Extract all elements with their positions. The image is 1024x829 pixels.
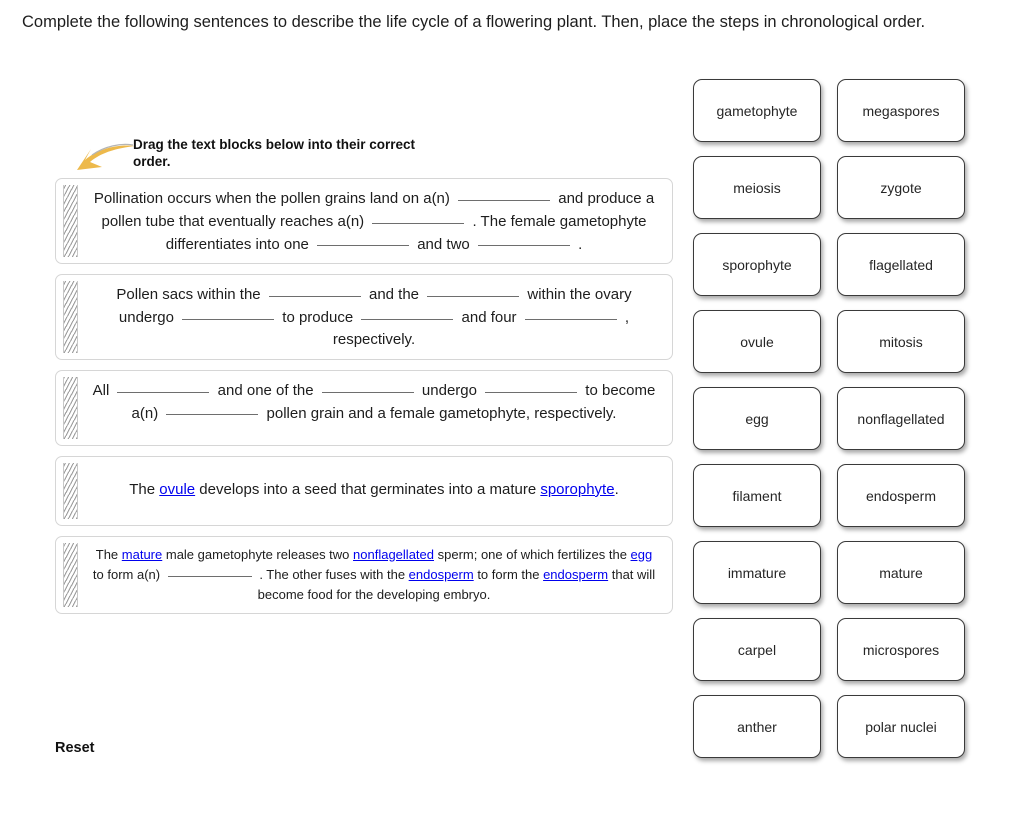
word-bank-tile[interactable]: sporophyte	[693, 233, 821, 296]
word-bank-tile[interactable]: egg	[693, 387, 821, 450]
answer-blank[interactable]	[427, 283, 520, 297]
page-instructions: Complete the following sentences to desc…	[22, 13, 926, 31]
filled-answer[interactable]: ovule	[159, 481, 195, 498]
word-bank-tile[interactable]: endosperm	[837, 464, 965, 527]
word-bank-tile-label: immature	[727, 564, 787, 581]
word-bank-tile[interactable]: nonflagellated	[837, 387, 965, 450]
drag-hint: Drag the text blocks below into their co…	[55, 136, 673, 178]
word-bank-tile[interactable]: mitosis	[837, 310, 965, 373]
filled-answer[interactable]: mature	[122, 547, 162, 562]
word-bank-tile[interactable]: flagellated	[837, 233, 965, 296]
word-bank-tile-label: egg	[745, 410, 769, 427]
curved-arrow-icon	[75, 140, 137, 174]
drag-grip-icon[interactable]	[63, 462, 78, 519]
block-text: The ovule develops into a seed that germ…	[129, 480, 619, 498]
word-bank-tile-label: flagellated	[869, 256, 933, 273]
word-bank-tile-label: ovule	[740, 333, 774, 350]
word-bank-tile[interactable]: anther	[693, 695, 821, 758]
word-bank-tile[interactable]: gametophyte	[693, 79, 821, 142]
block-text: All and one of the undergo to become a(n…	[90, 379, 658, 425]
answer-blank[interactable]	[268, 283, 361, 297]
answer-blank[interactable]	[477, 233, 570, 247]
word-bank-tile[interactable]: polar nuclei	[837, 695, 965, 758]
word-bank-tile-label: meiosis	[733, 179, 781, 196]
answer-blank[interactable]	[167, 565, 252, 577]
word-bank-tile-label: zygote	[880, 179, 922, 196]
answer-blank[interactable]	[485, 379, 578, 393]
word-bank-tile[interactable]: mature	[837, 541, 965, 604]
answer-blank[interactable]	[361, 306, 454, 320]
draggable-text-block[interactable]: All and one of the undergo to become a(n…	[55, 369, 673, 446]
answer-blank[interactable]	[458, 187, 551, 201]
word-bank-tile-label: carpel	[737, 641, 777, 658]
word-bank-tile-label: polar nuclei	[865, 718, 937, 735]
draggable-text-block[interactable]: The mature male gametophyte releases two…	[55, 535, 673, 614]
word-bank-tile[interactable]: filament	[693, 464, 821, 527]
word-bank-tile-label: sporophyte	[722, 256, 792, 273]
word-bank-tile-label: mitosis	[879, 333, 923, 350]
answer-blank[interactable]	[317, 233, 410, 247]
drag-grip-icon[interactable]	[63, 542, 78, 607]
drag-grip-icon[interactable]	[63, 376, 78, 439]
draggable-text-block[interactable]: The ovule develops into a seed that germ…	[55, 455, 673, 526]
word-bank-tile-label: endosperm	[865, 487, 937, 504]
word-bank-tile-label: nonflagellated	[857, 410, 945, 427]
filled-answer[interactable]: sporophyte	[540, 481, 614, 498]
word-bank-tile-label: microspores	[862, 641, 940, 658]
filled-answer[interactable]: egg	[631, 547, 653, 562]
block-text: The mature male gametophyte releases two…	[92, 546, 656, 602]
draggable-text-block[interactable]: Pollen sacs within the and the within th…	[55, 274, 673, 360]
word-bank-tile[interactable]: megaspores	[837, 79, 965, 142]
block-text: Pollination occurs when the pollen grain…	[90, 187, 658, 255]
block-text: Pollen sacs within the and the within th…	[90, 283, 658, 351]
answer-blank[interactable]	[524, 306, 617, 320]
reset-button[interactable]: Reset	[55, 740, 95, 756]
word-bank-tile[interactable]: ovule	[693, 310, 821, 373]
answer-blank[interactable]	[117, 379, 210, 393]
filled-answer[interactable]: endosperm	[409, 567, 474, 582]
drag-grip-icon[interactable]	[63, 185, 78, 258]
word-bank: gametophyte megaspores meiosis zygote sporop…	[693, 79, 965, 758]
drag-grip-icon[interactable]	[63, 281, 78, 353]
drag-hint-text: Drag the text blocks below into their co…	[133, 137, 416, 169]
answer-blank[interactable]	[182, 306, 275, 320]
word-bank-tile-label: mature	[879, 564, 923, 581]
filled-answer[interactable]: endosperm	[543, 567, 608, 582]
draggable-text-block[interactable]: Pollination occurs when the pollen grain…	[55, 178, 673, 265]
word-bank-tile-label: gametophyte	[716, 102, 798, 119]
word-bank-tile[interactable]: carpel	[693, 618, 821, 681]
filled-answer[interactable]: nonflagellated	[353, 547, 434, 562]
word-bank-tile[interactable]: immature	[693, 541, 821, 604]
word-bank-tile-label: filament	[732, 487, 782, 504]
word-bank-tile[interactable]: microspores	[837, 618, 965, 681]
answer-blank[interactable]	[321, 379, 414, 393]
answer-blank[interactable]	[166, 402, 259, 416]
answer-blank[interactable]	[372, 210, 465, 224]
word-bank-tile[interactable]: zygote	[837, 156, 965, 219]
word-bank-tile-label: megaspores	[862, 102, 940, 119]
word-bank-tile-label: anther	[737, 718, 777, 735]
word-bank-tile[interactable]: meiosis	[693, 156, 821, 219]
ordering-panel: Drag the text blocks below into their co…	[55, 136, 673, 624]
